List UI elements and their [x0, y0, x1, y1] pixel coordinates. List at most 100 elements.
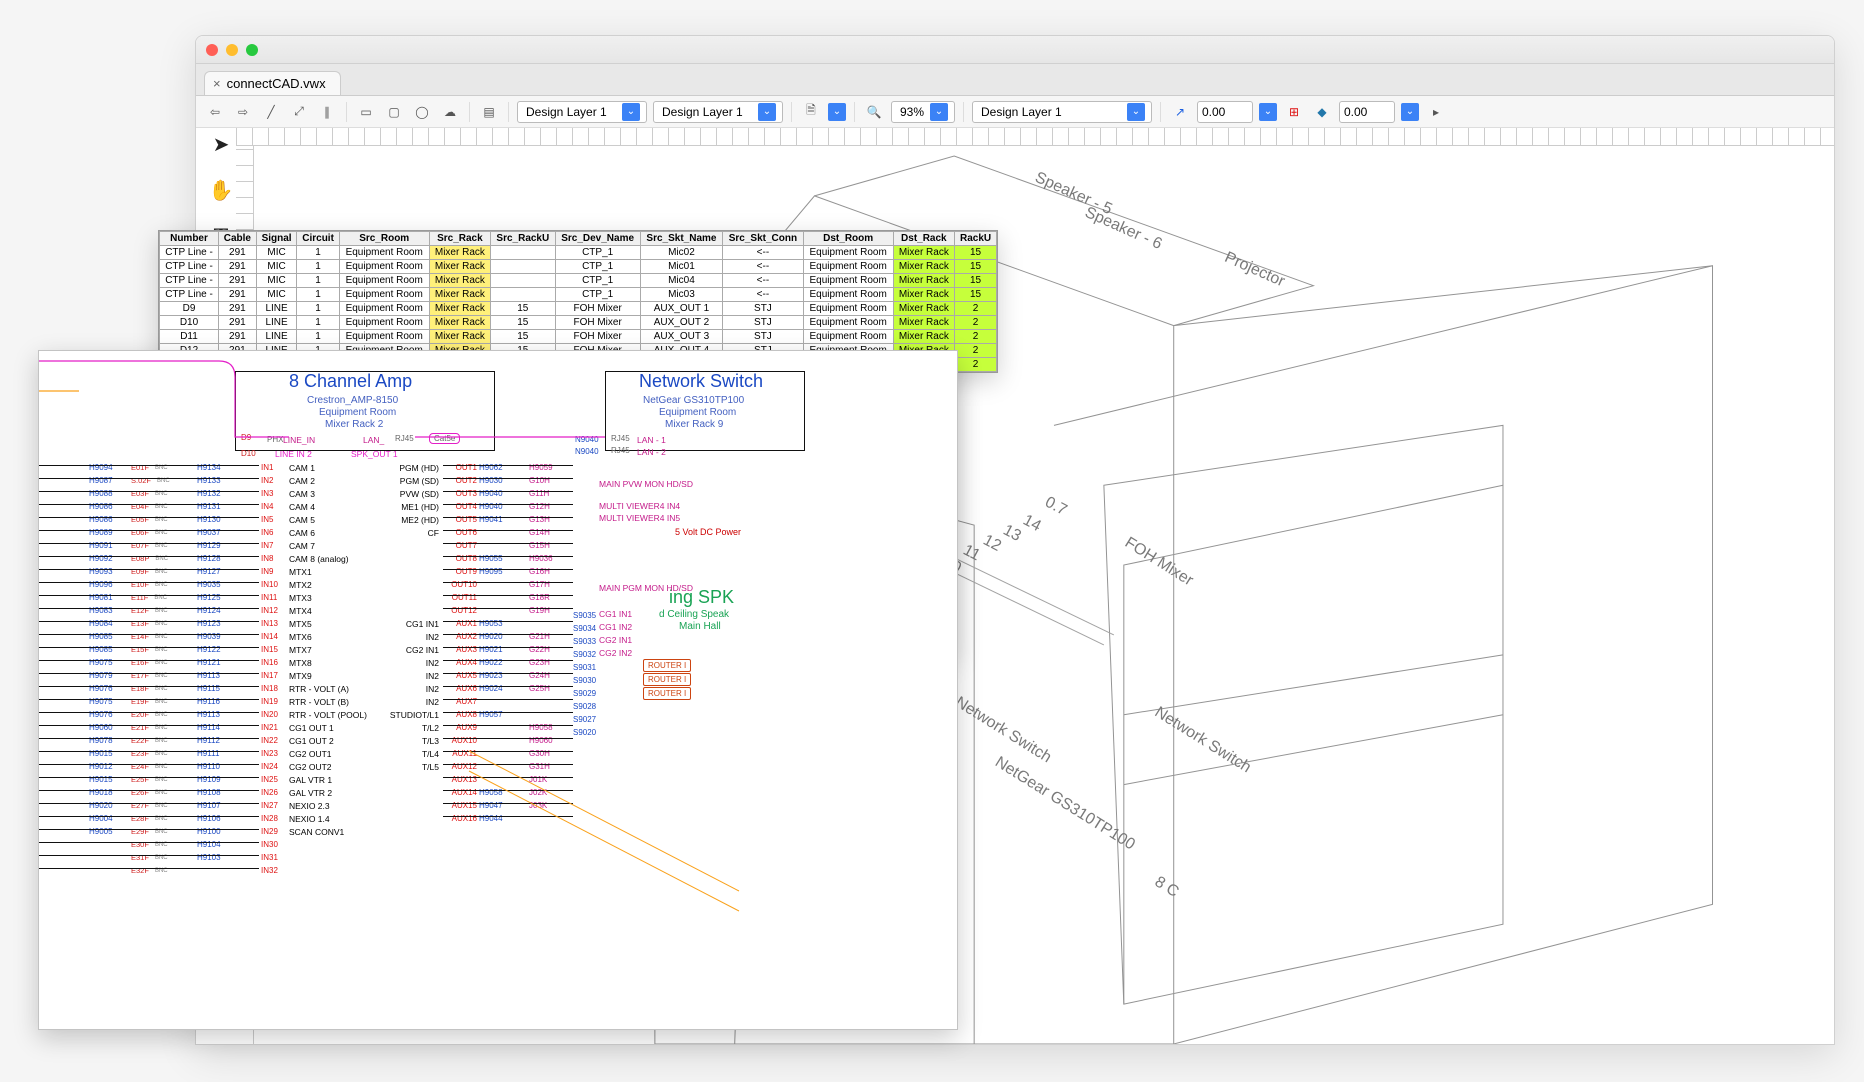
connector-type: RJ45 — [611, 446, 630, 455]
grid-icon[interactable]: ⊞ — [1283, 102, 1305, 122]
connector-tag-column-a: E01FBNCS.02FBNCE03FBNCE04FBNCE05FBNCE06F… — [131, 461, 170, 877]
router-tag: ROUTER I — [643, 687, 691, 700]
layer-dropdown-2[interactable]: Design Layer 1 ⌄ — [653, 101, 783, 123]
router-tag: ROUTER I — [643, 659, 691, 672]
cell: Mixer Rack — [893, 330, 954, 344]
cell: Equipment Room — [339, 288, 429, 302]
cell: 291 — [219, 302, 257, 316]
axis-xy-icon[interactable]: ↗ — [1169, 102, 1191, 122]
layer-dropdown-3[interactable]: Design Layer 1 ⌄ — [972, 101, 1152, 123]
col-header: Dst_Rack — [893, 232, 954, 246]
svg-text:0.7: 0.7 — [1042, 494, 1070, 519]
cell: 15 — [955, 274, 997, 288]
chevron-down-icon: ⌄ — [930, 103, 948, 121]
nav-back-icon[interactable]: ⇦ — [204, 102, 226, 122]
cable-tag: D9 — [241, 433, 251, 442]
overflow-icon[interactable]: ▸ — [1425, 102, 1447, 122]
blob-tool-icon[interactable]: ☁ — [439, 102, 461, 122]
selection-tool-icon[interactable]: ➤ — [207, 130, 235, 158]
minimize-window-icon[interactable] — [226, 44, 238, 56]
cell: D9 — [160, 302, 219, 316]
label-speaker6: Speaker - 6 — [1082, 204, 1164, 253]
coord-y-field[interactable]: 0.00 — [1339, 101, 1395, 123]
parallel-line-icon[interactable]: ∥ — [316, 102, 338, 122]
cell: CTP_1 — [555, 260, 640, 274]
cable-id: N9040 — [575, 435, 599, 444]
cell: AUX_OUT 3 — [640, 330, 722, 344]
rect-tool-icon[interactable]: ▭ — [355, 102, 377, 122]
device-spk-sub2: Main Hall — [679, 621, 721, 632]
cell: 15 — [955, 288, 997, 302]
cell: Equipment Room — [803, 246, 893, 260]
polyline-tool-icon[interactable]: ⤢ — [288, 102, 310, 122]
table-row: D10291LINE1Equipment RoomMixer Rack15FOH… — [160, 316, 997, 330]
port-label: LINE IN 2 — [275, 449, 312, 459]
port-label: LAN_ — [363, 435, 384, 445]
col-header: Src_Skt_Name — [640, 232, 722, 246]
coord-y-chevron-icon[interactable]: ⌄ — [1401, 103, 1419, 121]
label-net-switch-2: Network Switch — [1152, 704, 1254, 777]
zoom-window-icon[interactable] — [246, 44, 258, 56]
side-toolbar — [195, 36, 196, 42]
line-tool-icon[interactable]: ╱ — [260, 102, 282, 122]
doc-tab[interactable]: × connectCAD.vwx — [204, 71, 341, 95]
layer-dropdown-1[interactable]: Design Layer 1 ⌄ — [517, 101, 647, 123]
cell: Mixer Rack — [893, 274, 954, 288]
close-tab-icon[interactable]: × — [213, 76, 221, 91]
close-window-icon[interactable] — [206, 44, 218, 56]
cell: <-- — [723, 260, 804, 274]
device-inputs: IN1CAM 1IN2CAM 2IN3CAM 3IN4CAM 4IN5CAM 5… — [261, 461, 367, 877]
schematic-overlay: 8 Channel Amp Crestron_AMP-8150 Equipmen… — [38, 350, 958, 1030]
rounded-rect-icon[interactable]: ▢ — [383, 102, 405, 122]
device-netswitch-box — [605, 371, 805, 451]
coord-x-field[interactable]: 0.00 — [1197, 101, 1253, 123]
right-tags: S9035S9034S9033S9032S9031S9030S9029S9028… — [573, 609, 596, 739]
cell: Mixer Rack — [429, 274, 490, 288]
page-chevron-icon[interactable]: ⌄ — [828, 103, 846, 121]
cell: CTP Line - — [160, 274, 219, 288]
snap-icon[interactable]: ◆ — [1311, 102, 1333, 122]
zoom-dropdown[interactable]: 93% ⌄ — [891, 101, 955, 123]
route-label: MAIN PGM MON HD/SD — [599, 583, 693, 593]
cell — [491, 260, 555, 274]
cell: MIC — [256, 274, 297, 288]
col-header: RackU — [955, 232, 997, 246]
coord-x-chevron-icon[interactable]: ⌄ — [1259, 103, 1277, 121]
cable-id-column-a: H9094H9087H9088H9086H9086H9089H9091H9092… — [89, 461, 113, 851]
cell: 2 — [955, 316, 997, 330]
route-label: MULTI VIEWER4 IN4 — [599, 501, 680, 511]
cell: Mixer Rack — [429, 330, 490, 344]
doc-tabbar: × connectCAD.vwx — [196, 64, 1834, 96]
cell: 1 — [297, 302, 339, 316]
cell: CTP_1 — [555, 288, 640, 302]
cell: 15 — [955, 260, 997, 274]
cell: Equipment Room — [339, 246, 429, 260]
cell: 15 — [491, 302, 555, 316]
cell: <-- — [723, 246, 804, 260]
nav-fwd-icon[interactable]: ⇨ — [232, 102, 254, 122]
cell: Equipment Room — [803, 274, 893, 288]
cell: Mixer Rack — [429, 288, 490, 302]
cell: Mixer Rack — [429, 260, 490, 274]
cell: CTP Line - — [160, 260, 219, 274]
ellipse-tool-icon[interactable]: ◯ — [411, 102, 433, 122]
cell: CTP Line - — [160, 246, 219, 260]
col-header: Src_Rack — [429, 232, 490, 246]
page-icon[interactable]: 🗎 — [800, 102, 822, 122]
cell: FOH Mixer — [555, 330, 640, 344]
cell: MIC — [256, 288, 297, 302]
pan-tool-icon[interactable]: ✋ — [207, 176, 235, 204]
cell: 15 — [491, 316, 555, 330]
route-label: CG1 IN2 — [599, 622, 632, 632]
cell: Mixer Rack — [429, 302, 490, 316]
label-8ch-2: 8 C — [1152, 873, 1182, 901]
cell: 2 — [955, 330, 997, 344]
cell: D10 — [160, 316, 219, 330]
port-label: LAN - 1 — [637, 435, 666, 445]
port-label: LINE_IN — [283, 435, 315, 445]
cell: 1 — [297, 330, 339, 344]
ruler-horizontal — [236, 128, 1834, 146]
search-icon[interactable]: 🔍 — [863, 102, 885, 122]
align-tool-icon[interactable]: ▤ — [478, 102, 500, 122]
cell: Equipment Room — [339, 316, 429, 330]
